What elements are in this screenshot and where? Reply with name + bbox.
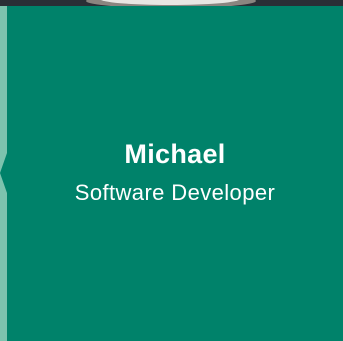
profile-name: Michael [124, 139, 226, 169]
info-panel: Michael Software Developer [0, 6, 343, 341]
profile-card: Michael Software Developer [0, 0, 343, 341]
profile-title: Software Developer [74, 180, 276, 205]
